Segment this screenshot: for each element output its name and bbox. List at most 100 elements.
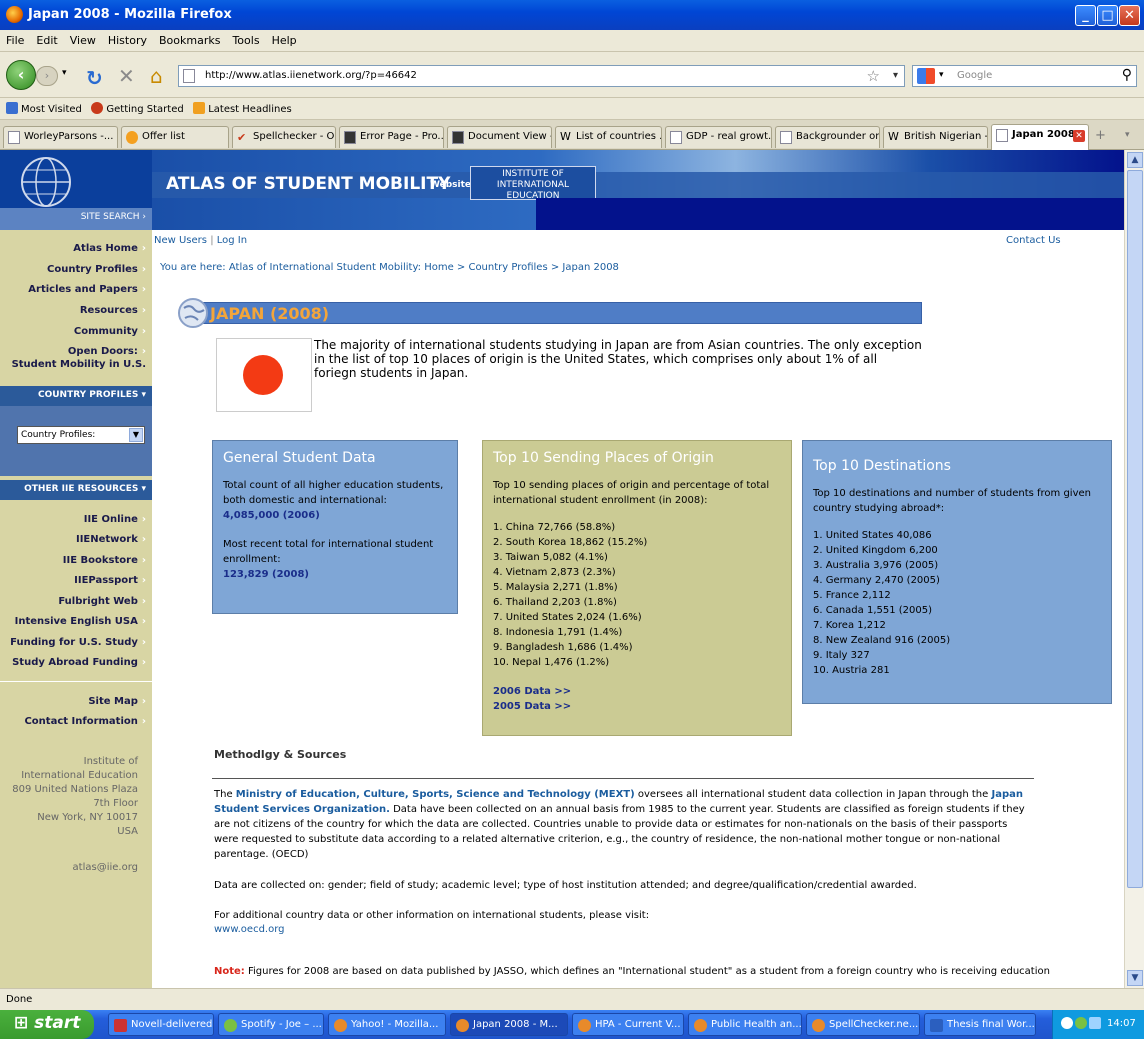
search-icon[interactable]: ⚲ (1122, 67, 1132, 83)
google-icon[interactable] (917, 68, 935, 84)
list-item: 4. Germany 2,470 (2005) (813, 575, 940, 586)
network-icon[interactable] (1089, 1017, 1101, 1029)
bookmarks-toolbar: Most Visited Getting Started Latest Head… (0, 98, 1144, 120)
menu-bookmarks[interactable]: Bookmarks (153, 30, 226, 47)
nav-atlas-home[interactable]: Atlas Home (73, 243, 146, 254)
menu-file[interactable]: File (0, 30, 30, 47)
tab-offer-list[interactable]: Offer list (121, 126, 229, 148)
nav-country-profiles[interactable]: Country Profiles (47, 264, 146, 275)
list-item: 9. Bangladesh 1,686 (1.4%) (493, 642, 633, 653)
tab-list-icon[interactable]: ▾ (1125, 130, 1130, 140)
list-item: 3. Taiwan 5,082 (4.1%) (493, 552, 608, 563)
menu-edit[interactable]: Edit (30, 30, 63, 47)
data-2006-link[interactable]: 2006 Data >> (493, 684, 781, 699)
menu-tools[interactable]: Tools (226, 30, 265, 47)
scroll-down-icon[interactable]: ▼ (1127, 970, 1143, 986)
tab-label: Backgrounder on... (796, 131, 879, 142)
task-public-health[interactable]: Public Health an... (688, 1013, 802, 1036)
tab-list-of-countries[interactable]: W List of countries ... (555, 126, 662, 148)
mext-link[interactable]: Ministry of Education, Culture, Sports, … (236, 789, 635, 800)
search-placeholder[interactable]: Google (957, 70, 992, 81)
nav-resources[interactable]: Resources (80, 305, 146, 316)
chevron-down-icon[interactable]: ▼ (129, 428, 143, 442)
tab-gdp[interactable]: GDP - real growt... (665, 126, 772, 148)
bookmark-getting-started[interactable]: Getting Started (91, 102, 184, 115)
home-icon[interactable]: ⌂ (150, 64, 163, 88)
new-users-link[interactable]: New Users (154, 235, 207, 246)
tab-spellchecker[interactable]: ✔ Spellchecker - O... (232, 126, 336, 148)
back-button[interactable]: ‹ (6, 60, 36, 90)
contact-email[interactable]: atlas@iie.org (73, 862, 138, 873)
text: oversees all international student data … (637, 789, 989, 800)
new-tab-icon[interactable]: + (1095, 128, 1106, 143)
login-link[interactable]: Log In (217, 235, 247, 246)
task-yahoo[interactable]: Yahoo! - Mozilla... (328, 1013, 446, 1036)
bookmark-most-visited[interactable]: Most Visited (6, 102, 82, 115)
scroll-up-icon[interactable]: ▲ (1127, 152, 1143, 168)
close-tab-icon[interactable]: ✕ (1073, 130, 1085, 142)
tab-document-view[interactable]: Document View -... (447, 126, 552, 148)
contact-us-link[interactable]: Contact Us (1006, 235, 1061, 246)
site-search-link[interactable]: SITE SEARCH › (0, 208, 152, 230)
address-bar[interactable]: http://www.atlas.iienetwork.org/?p=46642… (178, 65, 905, 87)
tray-arrow-icon[interactable] (1061, 1017, 1073, 1029)
nav-iiepassport[interactable]: IIEPassport (74, 575, 146, 586)
reload-icon[interactable]: ↻ (86, 66, 103, 90)
url-text[interactable]: http://www.atlas.iienetwork.org/?p=46642 (205, 70, 417, 81)
intl-label: Most recent total for international stud… (223, 539, 434, 565)
tab-label: British Nigerian - ... (904, 131, 988, 142)
bookmark-star-icon[interactable]: ☆ (867, 67, 880, 85)
minimize-button[interactable]: _ (1075, 5, 1096, 26)
task-spotify[interactable]: Spotify - Joe – ... (218, 1013, 324, 1036)
history-dropdown-icon[interactable]: ▾ (62, 68, 67, 78)
nav-site-map[interactable]: Site Map (88, 696, 146, 707)
task-japan-2008[interactable]: Japan 2008 - M... (450, 1013, 568, 1036)
vertical-scrollbar[interactable]: ▲ ▼ (1124, 150, 1144, 988)
stop-icon[interactable]: ✕ (118, 64, 135, 88)
nav-community[interactable]: Community (74, 326, 146, 337)
nav-funding-us-study[interactable]: Funding for U.S. Study (10, 637, 146, 648)
nav-intensive-english[interactable]: Intensive English USA (15, 616, 146, 627)
tab-error-page[interactable]: Error Page - Pro... (339, 126, 444, 148)
nav-fulbright[interactable]: Fulbright Web (58, 596, 146, 607)
task-label: Yahoo! - Mozilla... (351, 1019, 439, 1030)
country-profiles-select[interactable]: Country Profiles: ▼ (17, 426, 145, 444)
start-button[interactable]: ⊞ start (0, 1010, 94, 1039)
search-engine-dropdown-icon[interactable]: ▾ (939, 70, 944, 80)
task-thesis[interactable]: Thesis final Wor... (924, 1013, 1036, 1036)
close-button[interactable]: ✕ (1119, 5, 1140, 26)
task-spellchecker[interactable]: SpellChecker.ne... (806, 1013, 920, 1036)
maximize-button[interactable]: □ (1097, 5, 1118, 26)
task-label: Thesis final Wor... (947, 1019, 1035, 1030)
tab-backgrounder[interactable]: Backgrounder on... (775, 126, 880, 148)
menu-view[interactable]: View (64, 30, 102, 47)
tab-worleyparsons[interactable]: WorleyParsons -... (3, 126, 118, 148)
iie-logo[interactable]: INSTITUTE OF INTERNATIONAL EDUCATION (470, 166, 596, 201)
task-hpa[interactable]: HPA - Current V... (572, 1013, 684, 1036)
site-title[interactable]: ATLAS OF STUDENT MOBILITY (166, 174, 450, 194)
data-2005-link[interactable]: 2005 Data >> (493, 699, 781, 714)
url-dropdown-icon[interactable]: ▾ (893, 70, 898, 81)
nav-articles-papers[interactable]: Articles and Papers (28, 284, 146, 295)
nav-iienetwork[interactable]: IIENetwork (76, 534, 146, 545)
forward-button[interactable]: › (36, 66, 58, 86)
oecd-link[interactable]: www.oecd.org (214, 924, 285, 935)
scroll-thumb[interactable] (1127, 170, 1143, 888)
nav-study-abroad-funding[interactable]: Study Abroad Funding (12, 657, 146, 668)
other-resources-header: OTHER IIE RESOURCES ▾ (0, 480, 152, 500)
breadcrumb-path[interactable]: Atlas of International Student Mobility:… (229, 262, 619, 273)
tab-japan-2008[interactable]: Japan 2008 ✕ (991, 124, 1089, 150)
task-novell[interactable]: Novell-delivered... (108, 1013, 214, 1036)
spotify-tray-icon[interactable] (1075, 1017, 1087, 1029)
bookmark-latest-headlines[interactable]: Latest Headlines (193, 102, 292, 115)
search-box[interactable]: ▾ Google ⚲ (912, 65, 1137, 87)
nav-open-doors-sub[interactable]: Student Mobility in U.S. (12, 359, 146, 370)
nav-open-doors[interactable]: Open Doors: (68, 346, 146, 357)
tab-british-nigerian[interactable]: W British Nigerian - ... (883, 126, 988, 148)
nav-iie-bookstore[interactable]: IIE Bookstore (63, 555, 146, 566)
nav-iie-online[interactable]: IIE Online (84, 514, 146, 525)
nav-contact-information[interactable]: Contact Information (24, 716, 146, 727)
firefox-icon (334, 1019, 347, 1032)
menu-help[interactable]: Help (266, 30, 303, 47)
menu-history[interactable]: History (102, 30, 153, 47)
